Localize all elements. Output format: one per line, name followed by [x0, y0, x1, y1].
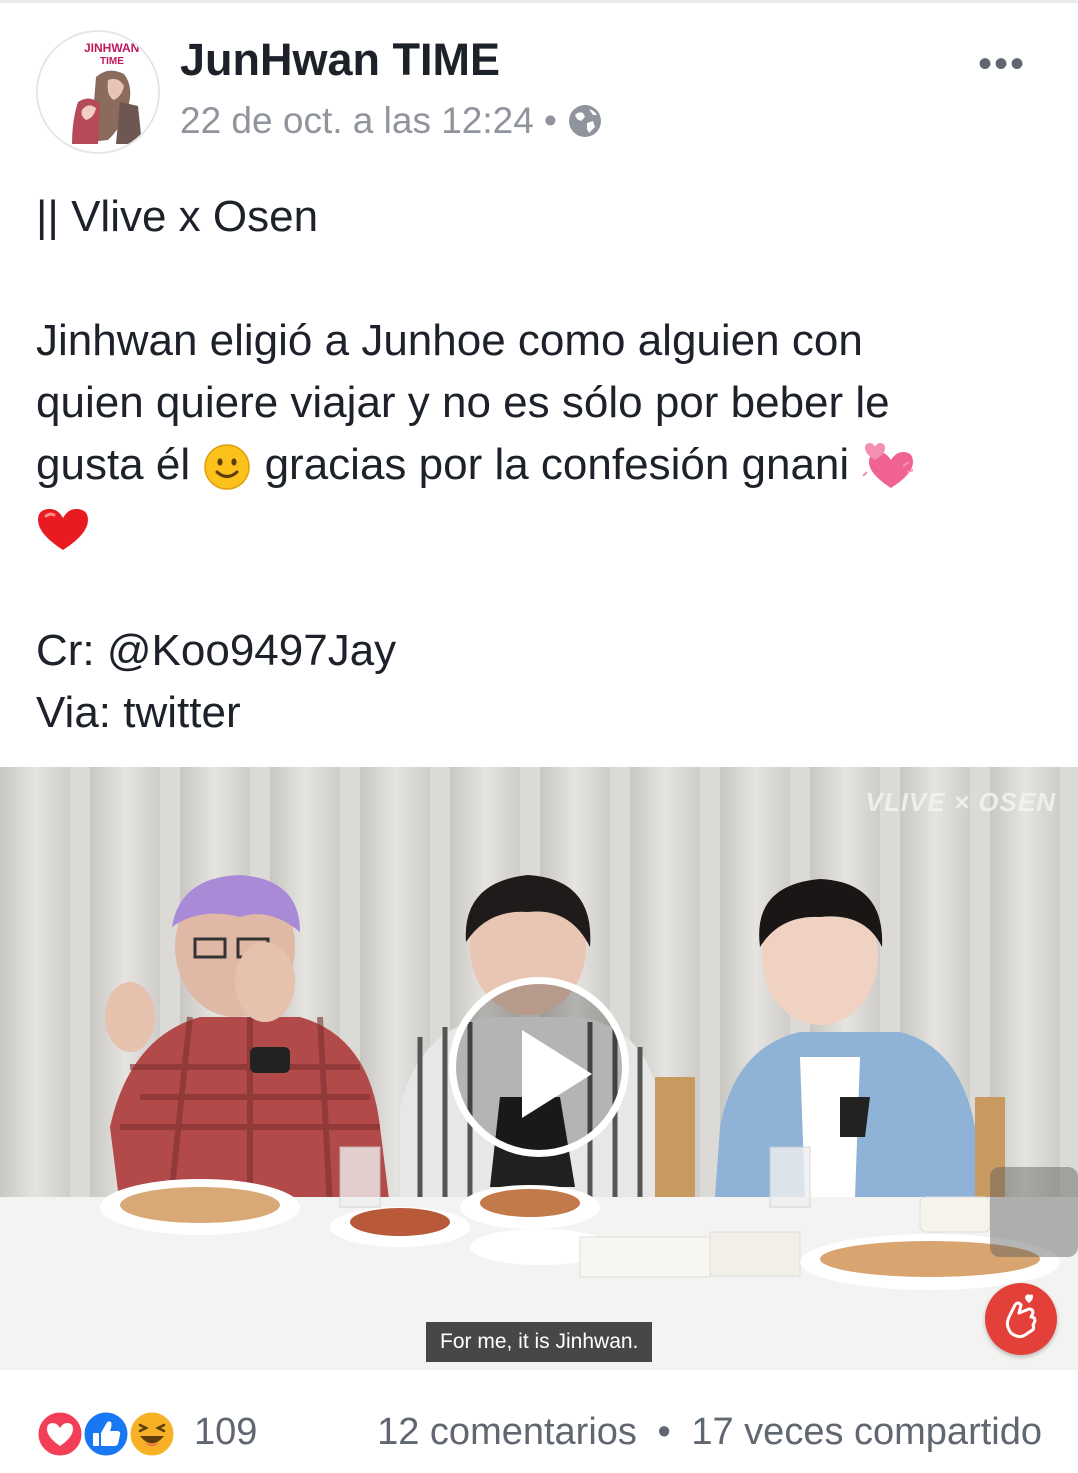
red-heart-icon	[38, 509, 88, 551]
post-via: Via: twitter	[36, 688, 241, 737]
video-watermark: VLIVE × OSEN	[865, 787, 1056, 817]
post-credit: Cr: @Koo9497Jay	[36, 626, 397, 675]
like-reaction-icon	[81, 1409, 131, 1459]
svg-text:JINHWAN: JINHWAN	[84, 41, 139, 55]
haha-reaction-icon	[127, 1409, 177, 1459]
post-title: || Vlive x Osen	[36, 192, 319, 241]
smiling-face-icon	[204, 444, 251, 491]
post-line-2: quien quiere viajar y no es sólo por beb…	[36, 378, 890, 427]
post-footer: 109 12 comentarios • 17 veces compartido	[0, 1395, 1078, 1473]
post-line-3a: gusta él	[36, 440, 191, 489]
post-line-3b: gracias por la confesión gnani	[264, 440, 850, 489]
comments-count[interactable]: 12 comentarios	[377, 1411, 637, 1453]
video-subtitle: For me, it is Jinhwan.	[426, 1322, 653, 1362]
page-avatar[interactable]: JINHWAN TIME	[36, 30, 160, 154]
post-meta: 22 de oct. a las 12:24 •	[180, 100, 603, 142]
finger-heart-icon[interactable]	[985, 1283, 1057, 1355]
post-timestamp[interactable]: 22 de oct. a las 12:24	[180, 100, 534, 142]
post-stats: 12 comentarios • 17 veces compartido	[377, 1411, 1042, 1454]
reaction-icons-svg	[35, 1409, 177, 1459]
page-name[interactable]: JunHwan TIME	[180, 34, 500, 86]
more-options-icon[interactable]: •••	[978, 42, 1026, 87]
post-line-1: Jinhwan eligió a Junhoe como alguien con	[36, 316, 863, 365]
play-icon[interactable]	[449, 977, 629, 1157]
two-hearts-icon	[862, 443, 914, 489]
reaction-icons[interactable]	[35, 1409, 186, 1459]
post-line-4	[36, 496, 1036, 558]
svg-text:TIME: TIME	[100, 56, 124, 67]
post-line-3: gusta él gracias por la confesión gnani	[36, 434, 1036, 496]
play-triangle	[522, 1030, 592, 1118]
avatar-image: JINHWAN TIME	[38, 32, 158, 152]
love-reaction-icon	[35, 1409, 85, 1459]
meta-separator: •	[543, 100, 557, 141]
post-header: JINHWAN TIME JunHwan TIME 22 de oct. a l…	[0, 0, 1078, 160]
stats-separator: •	[657, 1411, 671, 1453]
finger-heart-glyph	[1005, 1294, 1037, 1339]
globe-icon	[568, 105, 601, 137]
shares-count[interactable]: 17 veces compartido	[691, 1411, 1042, 1453]
reaction-count[interactable]: 109	[194, 1411, 257, 1454]
post-text: || Vlive x Osen Jinhwan eligió a Junhoe …	[36, 186, 1036, 744]
